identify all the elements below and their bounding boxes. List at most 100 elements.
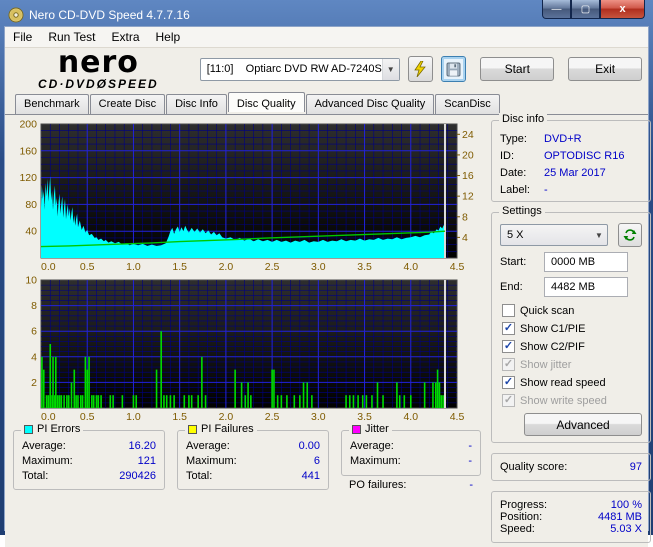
stat-row: Maximum:- (350, 454, 472, 469)
svg-text:4.5: 4.5 (450, 411, 465, 423)
disc-info-group: Disc info Type:DVD+RID:OPTODISC R16Date:… (491, 120, 651, 202)
checked-checkbox-icon: ✓ (502, 394, 515, 407)
stat-label: Average: (186, 439, 299, 454)
svg-text:2: 2 (31, 377, 37, 389)
menu-item-run-test[interactable]: Run Test (40, 27, 103, 47)
disc-info-row: ID:OPTODISC R16 (500, 148, 642, 165)
stat-row: Total:441 (186, 469, 320, 484)
stat-label: Total: (186, 469, 302, 484)
tab-advanced-disc-quality[interactable]: Advanced Disc Quality (306, 94, 435, 114)
po-failures-row: PO failures:- (341, 479, 481, 491)
exit-button[interactable]: Exit (568, 57, 642, 81)
checked-checkbox-icon[interactable]: ✓ (502, 376, 515, 389)
checked-checkbox-icon[interactable]: ✓ (502, 340, 515, 353)
svg-text:3.0: 3.0 (311, 411, 326, 423)
svg-text:4: 4 (462, 232, 468, 244)
checked-checkbox-icon: ✓ (502, 358, 515, 371)
stat-value: 6 (314, 454, 320, 469)
stat-row: Maximum:6 (186, 454, 320, 469)
refresh-button[interactable] (618, 223, 642, 247)
checkbox-quick-scan[interactable]: Quick scan (502, 302, 642, 319)
unchecked-checkbox-icon[interactable] (502, 304, 515, 317)
svg-text:4.0: 4.0 (403, 411, 418, 423)
tab-create-disc[interactable]: Create Disc (90, 94, 165, 114)
tab-strip: BenchmarkCreate DiscDisc InfoDisc Qualit… (5, 90, 648, 114)
maximize-button[interactable]: ▢ (571, 0, 600, 19)
checked-checkbox-icon[interactable]: ✓ (502, 322, 515, 335)
disc-info-title: Disc info (499, 113, 547, 125)
chevron-down-icon[interactable]: ▼ (591, 231, 607, 240)
logo-text-bottom: CD·DVDØSPEED (11, 78, 186, 90)
chevron-down-icon[interactable]: ▼ (382, 59, 399, 80)
drive-select[interactable]: [11:0] Optiarc DVD RW AD-7240S 1.04 ▼ (200, 58, 400, 81)
svg-text:0.5: 0.5 (80, 261, 95, 273)
tab-benchmark[interactable]: Benchmark (15, 94, 89, 114)
disc-info-value: - (544, 182, 548, 199)
save-button[interactable] (441, 56, 466, 82)
minimize-button[interactable]: — (542, 0, 571, 19)
quality-score-label: Quality score: (500, 461, 630, 473)
stat-value: 121 (138, 454, 156, 469)
svg-text:4.5: 4.5 (450, 261, 465, 273)
stat-row: Total:290426 (22, 469, 156, 484)
settings-group: Settings 5 X ▼ (491, 212, 651, 443)
start-field[interactable]: 0000 MB (544, 252, 628, 272)
svg-text:3.5: 3.5 (357, 411, 372, 423)
quality-score-group: Quality score: 97 (491, 453, 651, 481)
pi-errors-stats-group: PI ErrorsAverage:16.20Maximum:121Total:2… (13, 430, 165, 490)
svg-text:6: 6 (31, 326, 37, 338)
stats-group-title: PI Failures (185, 423, 257, 435)
checkbox-label: Quick scan (520, 305, 574, 317)
svg-text:10: 10 (25, 276, 37, 287)
start-field-label: Start: (500, 256, 544, 268)
checkbox-label: Show write speed (520, 395, 607, 407)
stat-row: Average:0.00 (186, 439, 320, 454)
refresh-icon (623, 228, 637, 242)
checkbox-show-c1-pie[interactable]: ✓Show C1/PIE (502, 320, 642, 337)
svg-text:1.5: 1.5 (172, 411, 187, 423)
svg-text:12: 12 (462, 191, 474, 203)
svg-text:1.5: 1.5 (172, 261, 187, 273)
pi-failures-stats-group: PI FailuresAverage:0.00Maximum:6Total:44… (177, 430, 329, 490)
stat-value: - (469, 479, 473, 491)
disc-info-value: 25 Mar 2017 (544, 165, 606, 182)
logo-text-top: nero (11, 48, 186, 78)
checkbox-show-c2-pif[interactable]: ✓Show C2/PIF (502, 338, 642, 355)
pi-errors-chart: 200160120804024201612840.00.51.01.52.02.… (13, 120, 483, 276)
checkbox-show-read-speed[interactable]: ✓Show read speed (502, 374, 642, 391)
jitter-stats-group: JitterAverage:-Maximum:- (341, 430, 481, 476)
tab-disc-quality[interactable]: Disc Quality (228, 92, 305, 112)
progress-label: Position: (500, 511, 598, 523)
options-button[interactable] (408, 56, 433, 82)
menu-item-extra[interactable]: Extra (103, 27, 147, 47)
disc-info-value: DVD+R (544, 131, 582, 148)
menu-item-file[interactable]: File (5, 27, 40, 47)
svg-text:160: 160 (19, 145, 37, 157)
svg-text:16: 16 (462, 170, 474, 182)
svg-text:80: 80 (25, 199, 37, 211)
disc-quality-page: 200160120804024201612840.00.51.01.52.02.… (5, 114, 648, 547)
quality-score-value: 97 (630, 461, 642, 473)
progress-value: 5.03 X (610, 523, 642, 535)
title-bar[interactable]: Nero CD-DVD Speed 4.7.7.16 — ▢ x (4, 4, 649, 26)
stat-label: Total: (22, 469, 119, 484)
start-button[interactable]: Start (480, 57, 554, 81)
stat-label: Average: (350, 439, 468, 454)
svg-text:0.5: 0.5 (80, 411, 95, 423)
end-field[interactable]: 4482 MB (544, 277, 628, 297)
tab-scandisc[interactable]: ScanDisc (435, 94, 499, 114)
series-color-swatch (188, 425, 197, 434)
disc-info-label: ID: (500, 148, 544, 165)
svg-text:8: 8 (31, 300, 37, 312)
svg-text:3.0: 3.0 (311, 261, 326, 273)
disc-info-label: Date: (500, 165, 544, 182)
close-button[interactable]: x (600, 0, 645, 19)
scan-speed-select[interactable]: 5 X ▼ (500, 224, 608, 246)
stats-group-title: Jitter (349, 423, 392, 435)
advanced-button[interactable]: Advanced (524, 413, 642, 436)
disc-info-value: OPTODISC R16 (544, 148, 625, 165)
stat-label: PO failures: (349, 479, 469, 491)
tab-disc-info[interactable]: Disc Info (166, 94, 227, 114)
menu-item-help[interactable]: Help (148, 27, 189, 47)
disc-info-row: Type:DVD+R (500, 131, 642, 148)
